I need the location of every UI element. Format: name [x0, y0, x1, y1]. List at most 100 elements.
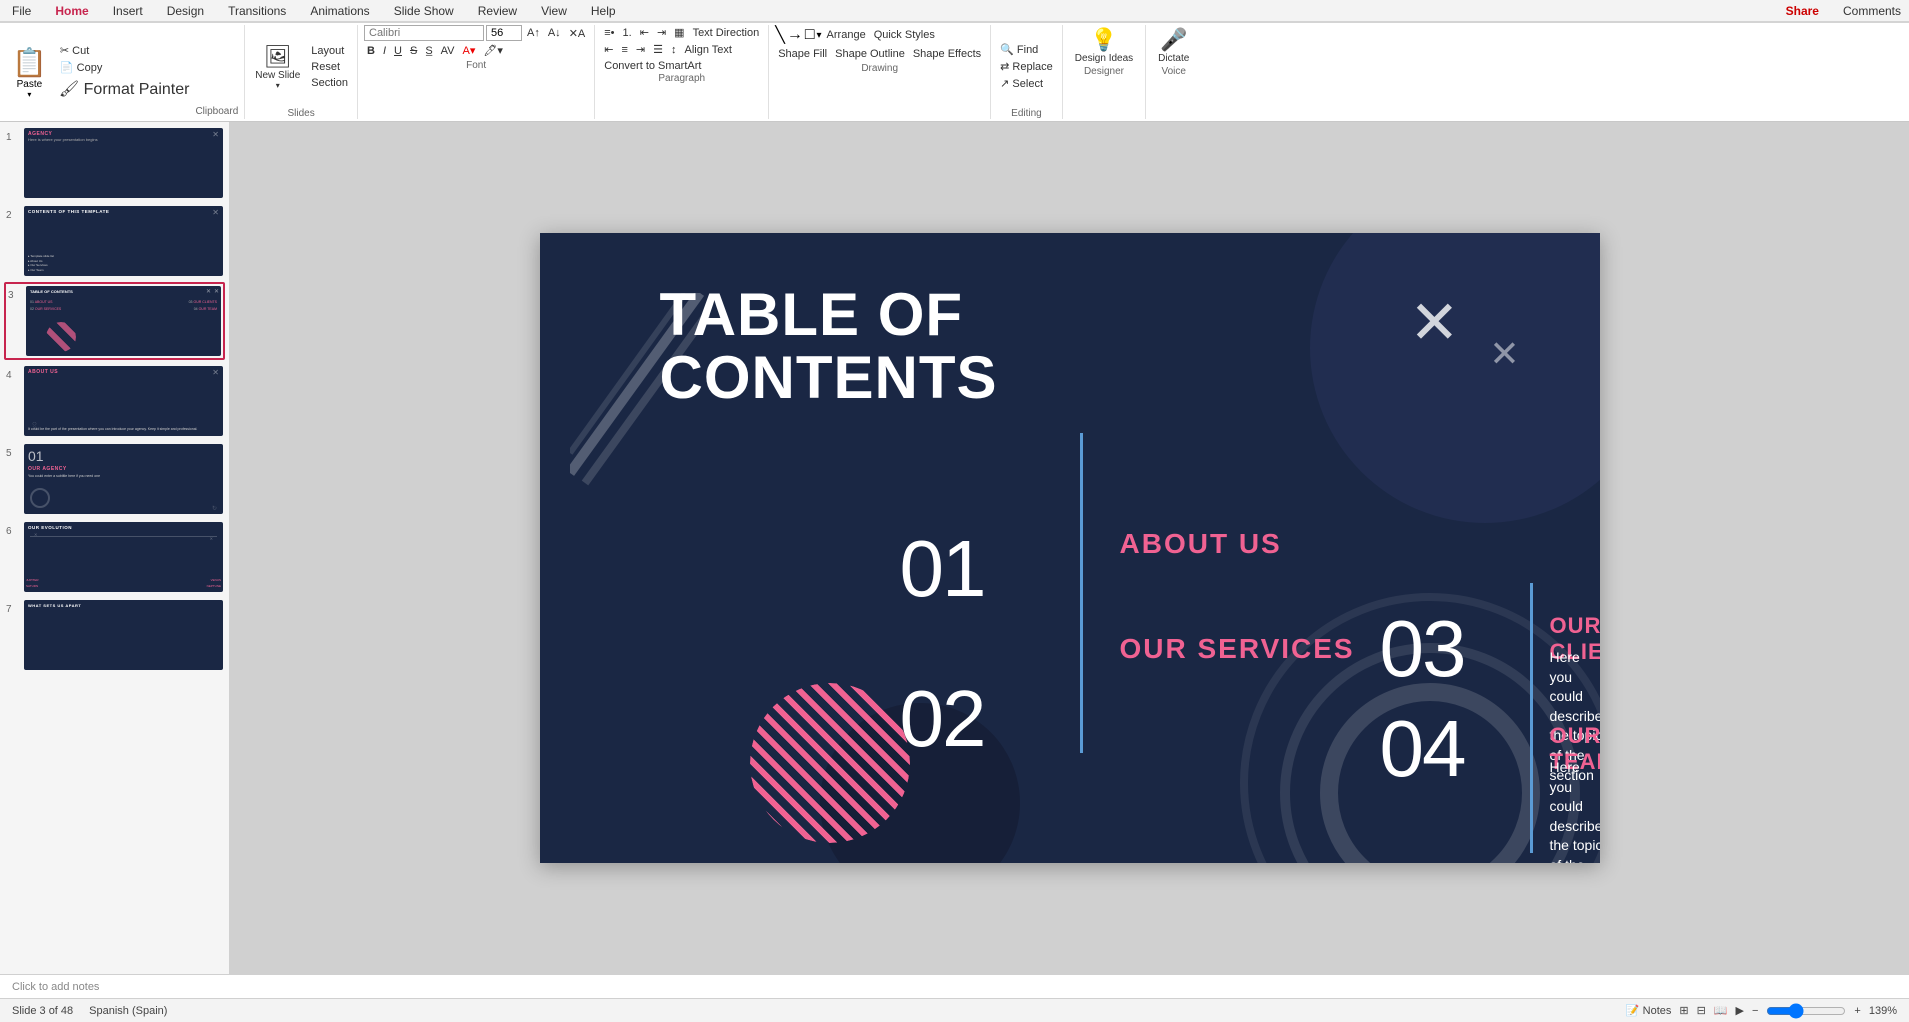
- shape-effects-button[interactable]: Shape Effects: [910, 47, 984, 61]
- font-decrease-button[interactable]: A↓: [545, 26, 564, 40]
- label-our-services[interactable]: OUR SERVICES: [1120, 633, 1355, 665]
- dictate-icon: 🎤: [1160, 27, 1187, 53]
- font-color-button[interactable]: A▾: [460, 43, 479, 58]
- menu-home[interactable]: Home: [51, 2, 92, 20]
- menu-view[interactable]: View: [537, 2, 571, 20]
- design-ideas-button[interactable]: 💡 Design Ideas: [1071, 25, 1137, 66]
- comments-button[interactable]: Comments: [1843, 4, 1901, 18]
- normal-view-button[interactable]: ⊞: [1679, 1004, 1688, 1017]
- drawing-group: ╲ → □ ▾ Arrange Quick Styles Shape Fill …: [769, 25, 991, 119]
- bullet-list-button[interactable]: ≡•: [601, 26, 617, 40]
- line-icon[interactable]: ╲: [775, 25, 785, 45]
- strikethrough-button[interactable]: S: [407, 44, 420, 58]
- language-indicator: Spanish (Spain): [89, 1005, 167, 1017]
- slide-thumb-4[interactable]: 4 ABOUT US ✕ It could be the part of the…: [4, 364, 225, 438]
- menu-design[interactable]: Design: [163, 2, 208, 20]
- zoom-slider[interactable]: [1766, 1003, 1846, 1019]
- zoom-out-button[interactable]: −: [1752, 1005, 1758, 1017]
- menu-bar: File Home Insert Design Transitions Anim…: [0, 0, 1909, 22]
- replace-button[interactable]: ⇄ Replace: [997, 59, 1056, 74]
- notes-placeholder: Click to add notes: [12, 981, 99, 993]
- item-02-number[interactable]: 02: [900, 673, 985, 765]
- shape-fill-button[interactable]: Shape Fill: [775, 47, 830, 61]
- section-button[interactable]: Section: [308, 76, 351, 90]
- indent-decrease-button[interactable]: ⇤: [637, 25, 652, 40]
- quick-styles-button[interactable]: Quick Styles: [871, 28, 938, 42]
- zoom-in-button[interactable]: +: [1854, 1005, 1860, 1017]
- item-03-number[interactable]: 03: [1380, 603, 1465, 695]
- slide-thumb-1[interactable]: 1 AGENCY Here is where your presentation…: [4, 126, 225, 200]
- paragraph-group: ≡• 1. ⇤ ⇥ ▦ Text Direction ⇤ ≡ ⇥ ☰ ↕ Ali…: [595, 25, 769, 119]
- shapes-more[interactable]: ▾: [817, 30, 822, 41]
- columns-button[interactable]: ▦: [671, 25, 687, 40]
- font-name-input[interactable]: [364, 25, 484, 41]
- justify-button[interactable]: ☰: [650, 42, 666, 57]
- arrange-button[interactable]: Arrange: [824, 28, 869, 42]
- menu-file[interactable]: File: [8, 2, 35, 20]
- underline-button[interactable]: U: [391, 44, 405, 58]
- format-painter-button[interactable]: 🖌 Format Painter: [57, 77, 192, 101]
- font-size-input[interactable]: [486, 25, 522, 41]
- slide-thumb-3[interactable]: 3 TABLE OF CONTENTS 01 ABOUT US 02 OUR S…: [4, 282, 225, 360]
- menu-transitions[interactable]: Transitions: [224, 2, 290, 20]
- menu-review[interactable]: Review: [474, 2, 521, 20]
- menu-help[interactable]: Help: [587, 2, 620, 20]
- label-about-us[interactable]: ABOUT US: [1120, 528, 1282, 560]
- share-button[interactable]: Share: [1786, 4, 1819, 18]
- select-button[interactable]: ↗ Select: [997, 76, 1056, 91]
- slide-image-1: AGENCY Here is where your presentation b…: [24, 128, 223, 198]
- align-left-button[interactable]: ⇤: [601, 42, 616, 57]
- slide-thumb-7[interactable]: 7 WHAT SETS US APART: [4, 598, 225, 672]
- text-direction-button[interactable]: Text Direction: [690, 26, 763, 40]
- cut-button[interactable]: ✂ Cut: [57, 43, 192, 58]
- numbered-list-button[interactable]: 1.: [620, 26, 635, 40]
- item-01-number[interactable]: 01: [900, 523, 985, 615]
- convert-smartart-button[interactable]: Convert to SmartArt: [601, 59, 704, 73]
- slide-title[interactable]: TABLE OF CONTENTS: [660, 283, 998, 409]
- designer-group-label: Designer: [1084, 66, 1124, 77]
- arrow-icon[interactable]: →: [787, 26, 803, 44]
- shape-outline-button[interactable]: Shape Outline: [832, 47, 908, 61]
- item-04-number[interactable]: 04: [1380, 703, 1465, 795]
- slide-thumb-2[interactable]: 2 CONTENTS OF THIS TEMPLATE ✕ ▸ Template…: [4, 204, 225, 278]
- rect-icon[interactable]: □: [805, 26, 815, 44]
- design-ideas-icon: 💡: [1090, 27, 1117, 53]
- clear-format-button[interactable]: ✕A: [566, 26, 589, 41]
- deco-cross-2: ✕: [1489, 333, 1519, 375]
- dictate-button[interactable]: 🎤 Dictate: [1154, 25, 1193, 66]
- menu-insert[interactable]: Insert: [109, 2, 147, 20]
- editing-group-label: Editing: [997, 108, 1056, 119]
- align-text-button[interactable]: Align Text: [681, 43, 735, 57]
- char-spacing-button[interactable]: AV: [438, 44, 458, 58]
- notes-area[interactable]: Click to add notes: [0, 974, 1909, 998]
- align-center-button[interactable]: ≡: [618, 43, 630, 57]
- slide-thumb-6[interactable]: 6 OUR EVOLUTION JUPITERVENUS SATURNNEPTU…: [4, 520, 225, 594]
- slide-num-4: 4: [6, 366, 20, 381]
- highlight-button[interactable]: 🖊▾: [480, 43, 506, 58]
- menu-slideshow[interactable]: Slide Show: [390, 2, 458, 20]
- find-button[interactable]: 🔍 Find: [997, 42, 1056, 57]
- notes-button[interactable]: 📝 Notes: [1626, 1004, 1672, 1017]
- slide-image-5: 01 OUR AGENCY You could enter a subtitle…: [24, 444, 223, 514]
- indent-increase-button[interactable]: ⇥: [654, 25, 669, 40]
- italic-button[interactable]: I: [380, 44, 389, 58]
- copy-button[interactable]: 📄 Copy: [57, 60, 192, 75]
- bold-button[interactable]: B: [364, 44, 378, 58]
- slide-sorter-button[interactable]: ⊟: [1697, 1004, 1706, 1017]
- paste-dropdown[interactable]: ▾: [27, 90, 31, 99]
- paste-button[interactable]: 📋 Paste ▾: [6, 25, 53, 119]
- new-slide-button[interactable]: 🖼 New Slide ▾: [251, 42, 304, 92]
- slideshow-button[interactable]: ▶: [1736, 1004, 1744, 1017]
- line-spacing-button[interactable]: ↕: [668, 43, 680, 57]
- layout-button[interactable]: Layout: [308, 44, 351, 58]
- reading-view-button[interactable]: 📖: [1714, 1004, 1728, 1017]
- align-right-button[interactable]: ⇥: [633, 42, 648, 57]
- font-increase-button[interactable]: A↑: [524, 26, 543, 40]
- slide-thumb-5[interactable]: 5 01 OUR AGENCY You could enter a subtit…: [4, 442, 225, 516]
- clipboard-label: Clipboard: [195, 106, 238, 119]
- cut-copy-group: ✂ Cut 📄 Copy 🖌 Format Painter: [53, 25, 196, 119]
- shadow-button[interactable]: S̲: [422, 44, 435, 58]
- menu-animations[interactable]: Animations: [306, 2, 373, 20]
- reset-button[interactable]: Reset: [308, 60, 351, 74]
- slide-canvas[interactable]: ✕ ✕ TABLE OF CONTENTS 01: [540, 233, 1600, 863]
